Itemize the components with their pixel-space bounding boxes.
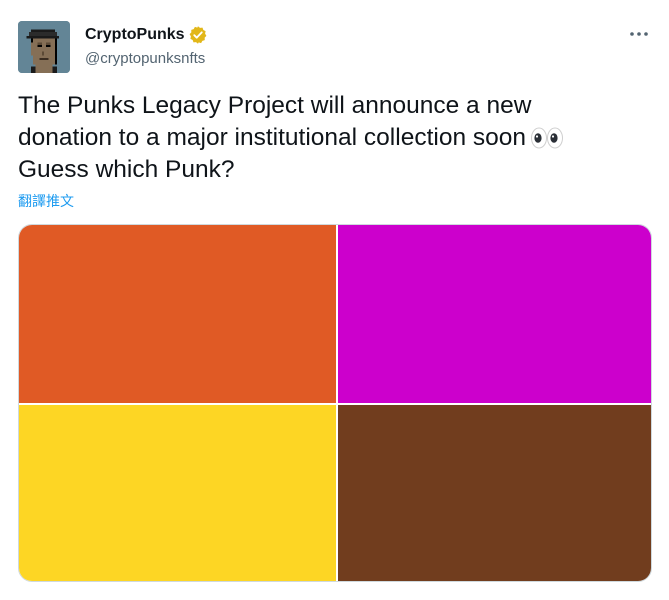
tweet-text-line-2-text: donation to a major institutional collec… bbox=[18, 124, 527, 151]
tweet[interactable]: CryptoPunks @cryptopunksnfts The Punks L… bbox=[0, 0, 669, 600]
media-tile-magenta[interactable] bbox=[338, 225, 651, 403]
more-options-icon bbox=[630, 32, 648, 36]
display-name-row: CryptoPunks bbox=[85, 24, 208, 46]
media-tile-yellow[interactable] bbox=[19, 405, 336, 581]
handle[interactable]: @cryptopunksnfts bbox=[85, 50, 208, 67]
media-tile-brown[interactable] bbox=[338, 405, 651, 581]
verified-badge-icon bbox=[188, 25, 208, 45]
media-tile-orange[interactable] bbox=[19, 225, 336, 403]
user-info: CryptoPunks @cryptopunksnfts bbox=[85, 24, 208, 67]
eyes-icon bbox=[530, 126, 564, 149]
tweet-text-line-1: The Punks Legacy Project will announce a… bbox=[18, 92, 532, 119]
translate-tweet-link[interactable]: 翻譯推文 bbox=[18, 191, 74, 211]
tweet-text-line-3: Guess which Punk? bbox=[18, 156, 235, 183]
tweet-text-line-2: donation to a major institutional collec… bbox=[18, 122, 658, 154]
more-options-button[interactable] bbox=[627, 24, 651, 44]
avatar[interactable] bbox=[18, 21, 70, 73]
tweet-text: The Punks Legacy Project will announce a… bbox=[18, 90, 658, 186]
media-grid bbox=[18, 224, 652, 582]
display-name[interactable]: CryptoPunks bbox=[85, 26, 185, 44]
punk-avatar-image bbox=[18, 21, 70, 73]
